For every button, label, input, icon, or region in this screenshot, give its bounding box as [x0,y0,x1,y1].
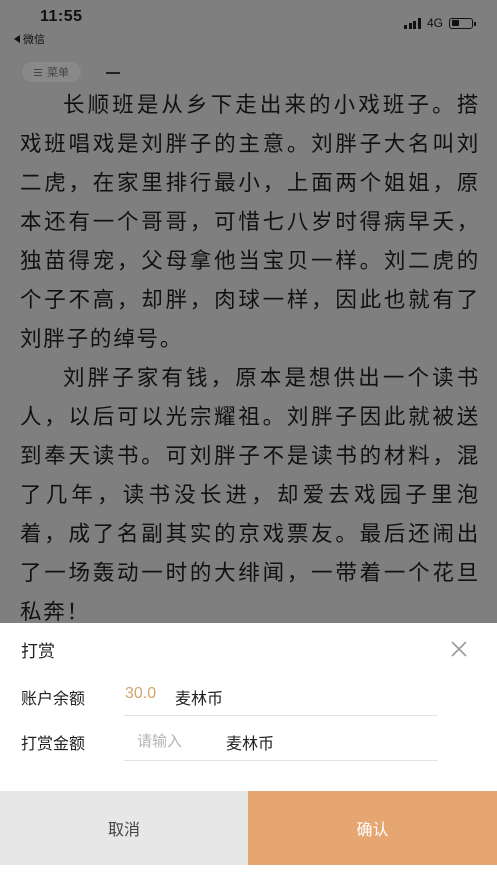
status-indicators: 4G [404,16,476,30]
back-label: 微信 [23,33,45,46]
book-content: 长顺班是从乡下走出来的小戏班子。搭戏班唱戏是刘胖子的主意。刘胖子大名叫刘二虎，在… [20,86,480,623]
reader-background: 11:55 微信 4G 菜单 长顺班是从乡下走出来的小戏班子。搭戏班唱戏是刘胖子… [0,0,497,623]
home-indicator-area [0,865,497,883]
balance-value: 30.0 [125,685,157,702]
balance-divider [124,715,438,716]
book-paragraph: 长顺班是从乡下走出来的小戏班子。搭戏班唱戏是刘胖子的主意。刘胖子大名叫刘二虎，在… [20,93,480,352]
battery-icon [449,17,476,29]
close-button[interactable] [449,639,469,659]
cancel-button[interactable]: 取消 [0,791,248,865]
amount-row: 打赏金额 麦林币 [21,727,441,761]
network-type: 4G [426,16,443,30]
sheet-title: 打赏 [21,642,55,662]
status-time: 11:55 [40,8,83,25]
back-arrow-icon [14,35,20,43]
amount-input[interactable] [137,727,217,755]
signal-icon [404,17,421,29]
balance-row: 账户余额 30.0 麦林币 [21,682,441,716]
balance-unit: 麦林币 [175,689,224,708]
amount-unit: 麦林币 [226,734,275,753]
status-bar: 11:55 微信 4G [0,0,497,52]
confirm-label: 确认 [356,820,389,839]
chapter-dash [106,72,120,74]
close-icon [451,641,467,657]
amount-divider [124,760,438,761]
cancel-label: 取消 [107,820,140,839]
menu-label: 菜单 [47,66,69,79]
amount-label: 打赏金额 [21,734,86,753]
confirm-button[interactable]: 确认 [248,791,497,865]
back-to-wechat[interactable]: 微信 [14,31,45,47]
menu-icon [34,68,42,76]
menu-button[interactable]: 菜单 [22,62,81,82]
book-paragraph: 刘胖子家有钱，原本是想供出一个读书人，以后可以光宗耀祖。刘胖子因此就被送到奉天读… [20,366,480,623]
balance-label: 账户余额 [21,689,86,708]
reward-sheet: 打赏 账户余额 30.0 麦林币 打赏金额 麦林币 取消 确认 [0,623,497,883]
